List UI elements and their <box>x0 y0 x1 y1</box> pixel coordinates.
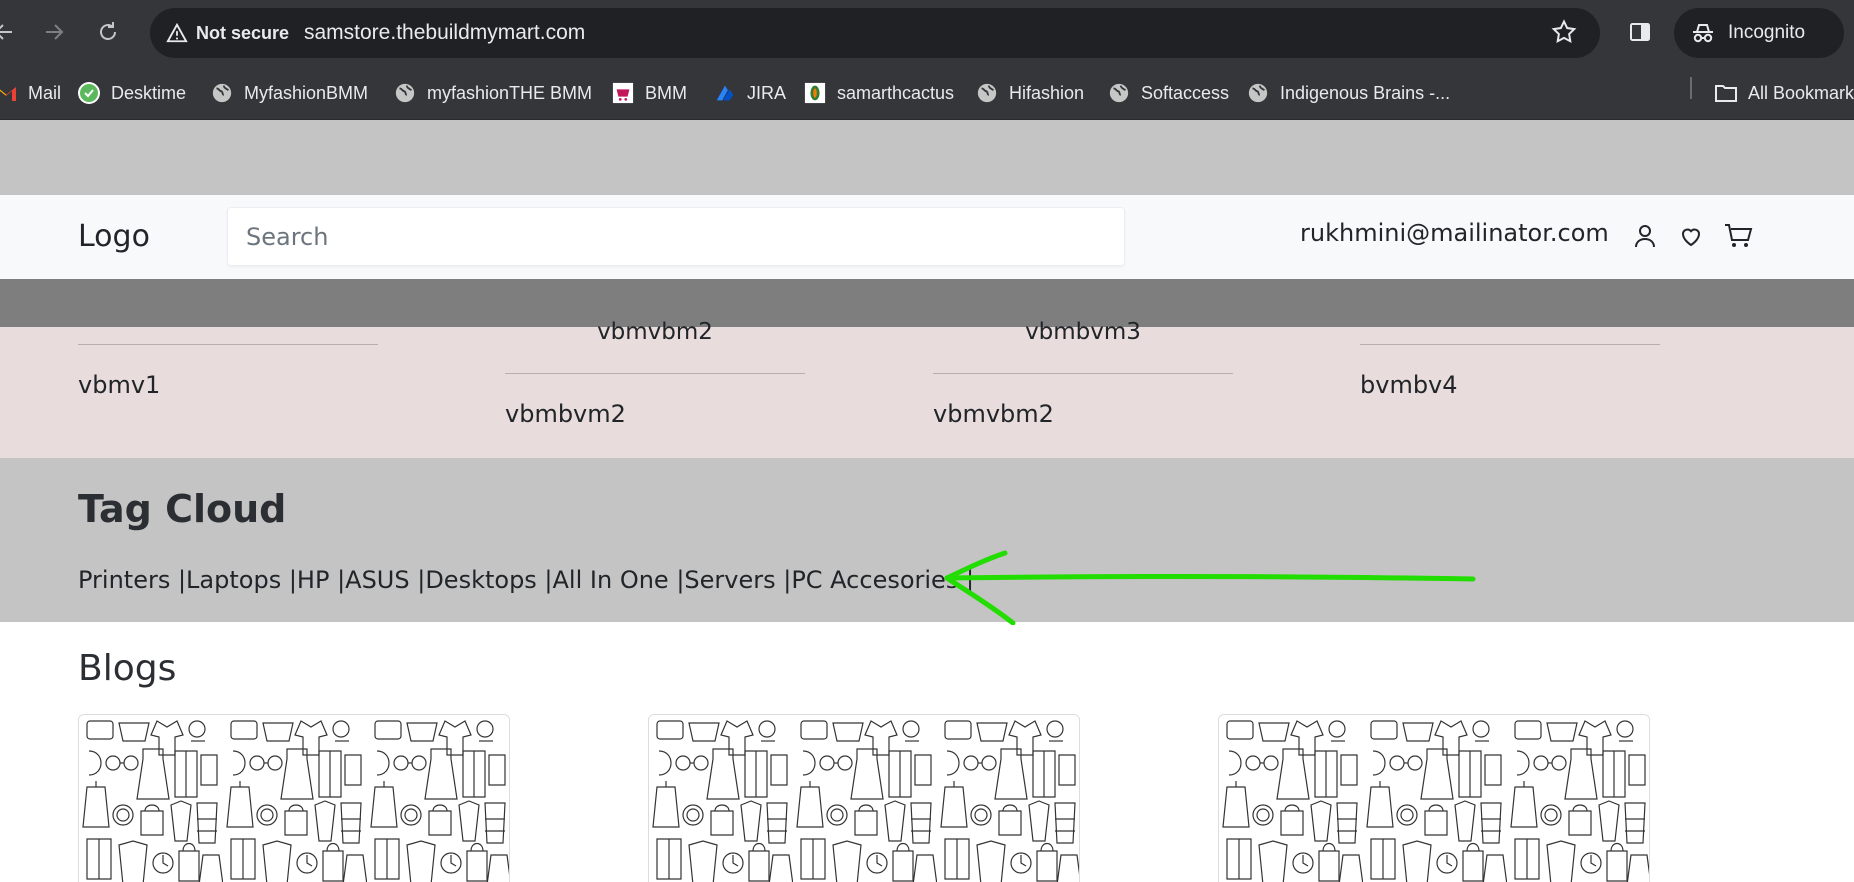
bookmark-label: JIRA <box>747 82 787 103</box>
globe-icon <box>1107 81 1131 105</box>
search-input[interactable] <box>227 207 1125 266</box>
incognito-icon <box>1693 24 1713 43</box>
blog-card[interactable] <box>1218 714 1650 882</box>
bookmark-hifashion[interactable]: Hifashion <box>975 66 1084 120</box>
bookmark-label: Indigenous Brains -... <box>1280 82 1451 103</box>
column-divider <box>505 373 805 374</box>
cart-icon[interactable] <box>1721 219 1755 253</box>
globe-icon <box>393 81 417 105</box>
column-divider <box>78 344 378 345</box>
footer-link-3[interactable]: vbmvbm2 <box>933 400 1054 428</box>
browser-toolbar: Not secure samstore.thebuildmymart.com I… <box>0 0 1854 66</box>
bookmark-myfashionthebmm[interactable]: myfashionTHE BMM <box>393 66 592 120</box>
user-icon[interactable] <box>1628 219 1662 253</box>
globe-icon <box>210 81 234 105</box>
bookmark-label: samarthcactus <box>837 82 955 103</box>
security-label: Not secure <box>196 22 290 43</box>
bookmark-samarthcactus[interactable]: samarthcactus <box>803 66 954 120</box>
all-bookmarks-label: All Bookmarks <box>1748 82 1854 103</box>
blog-image <box>1219 715 1649 882</box>
bookmark-label: Hifashion <box>1009 82 1085 103</box>
forward-arrow-icon[interactable] <box>36 14 72 50</box>
top-banner-strip <box>0 120 1854 195</box>
bookmark-indigenous-brains[interactable]: Indigenous Brains -... <box>1246 66 1450 120</box>
column-title-3: vbmbvm3 <box>1025 319 1141 345</box>
blog-card[interactable] <box>648 714 1080 882</box>
blog-card[interactable] <box>78 714 510 882</box>
bookmark-jira[interactable]: JIRA <box>713 66 786 120</box>
reload-icon[interactable] <box>90 14 126 50</box>
column-title-2: vbmvbm2 <box>597 319 713 345</box>
bookmark-label: Mail <box>28 82 62 103</box>
bookmark-bmm[interactable]: BMM <box>611 66 687 120</box>
bookmark-softaccess[interactable]: Softaccess <box>1107 66 1229 120</box>
bookmarks-bar: Mail Desktime MyfashionBMM myfashionTHE … <box>0 66 1854 120</box>
column-divider <box>1360 344 1660 345</box>
tag-cloud-heading: Tag Cloud <box>78 487 287 531</box>
blog-image <box>79 715 509 882</box>
dark-overlay-strip <box>0 279 1854 327</box>
url-text[interactable]: samstore.thebuildmymart.com <box>304 21 585 45</box>
jira-icon <box>713 81 737 105</box>
bookmark-label: myfashionTHE BMM <box>427 82 593 103</box>
bookmarks-divider <box>1690 77 1692 99</box>
footer-links-section: vbmv1 vbmvbm2 vbmbvm2 vbmbvm3 vbmvbm2 bv… <box>0 319 1854 458</box>
footer-link-4[interactable]: bvmbv4 <box>1360 371 1458 399</box>
footer-link-1[interactable]: vbmv1 <box>78 371 160 399</box>
tag-cloud-list[interactable]: Printers |Laptops |HP |ASUS |Desktops |A… <box>78 566 974 594</box>
address-bar[interactable]: Not secure samstore.thebuildmymart.com <box>150 8 1600 58</box>
side-panel-icon[interactable] <box>1622 14 1658 50</box>
security-indicator[interactable]: Not secure <box>162 15 301 51</box>
heart-icon[interactable] <box>1674 219 1708 253</box>
incognito-label: Incognito <box>1728 22 1806 43</box>
gmail-icon <box>0 81 18 105</box>
all-bookmarks-button[interactable]: All Bookmarks <box>1714 66 1854 120</box>
bookmark-myfashionbmm[interactable]: MyfashionBMM <box>210 66 368 120</box>
warning-icon <box>166 22 188 43</box>
site-logo[interactable]: Logo <box>78 219 150 254</box>
bookmark-star-icon[interactable] <box>1550 18 1578 50</box>
user-email[interactable]: rukhmini@mailinator.com <box>1300 219 1609 247</box>
annotation-arrow-icon <box>944 550 1476 625</box>
bookmark-label: BMM <box>645 82 687 103</box>
site-header: Logo rukhmini@mailinator.com <box>0 195 1854 279</box>
bookmark-label: MyfashionBMM <box>244 82 369 103</box>
incognito-badge[interactable]: Incognito <box>1674 8 1844 58</box>
bookmark-label: Softaccess <box>1141 82 1230 103</box>
bmm-icon <box>611 81 635 105</box>
bookmark-label: Desktime <box>111 82 187 103</box>
back-arrow-icon[interactable] <box>0 14 22 50</box>
bookmark-mail[interactable]: Mail <box>0 66 61 120</box>
blog-image <box>649 715 1079 882</box>
desktime-icon <box>77 81 101 105</box>
folder-icon <box>1714 81 1738 105</box>
footer-link-2[interactable]: vbmbvm2 <box>505 400 626 428</box>
blogs-heading: Blogs <box>78 648 177 689</box>
column-divider <box>933 373 1233 374</box>
bookmark-desktime[interactable]: Desktime <box>77 66 186 120</box>
globe-icon <box>975 81 999 105</box>
cactus-icon <box>803 81 827 105</box>
globe-icon <box>1246 81 1270 105</box>
